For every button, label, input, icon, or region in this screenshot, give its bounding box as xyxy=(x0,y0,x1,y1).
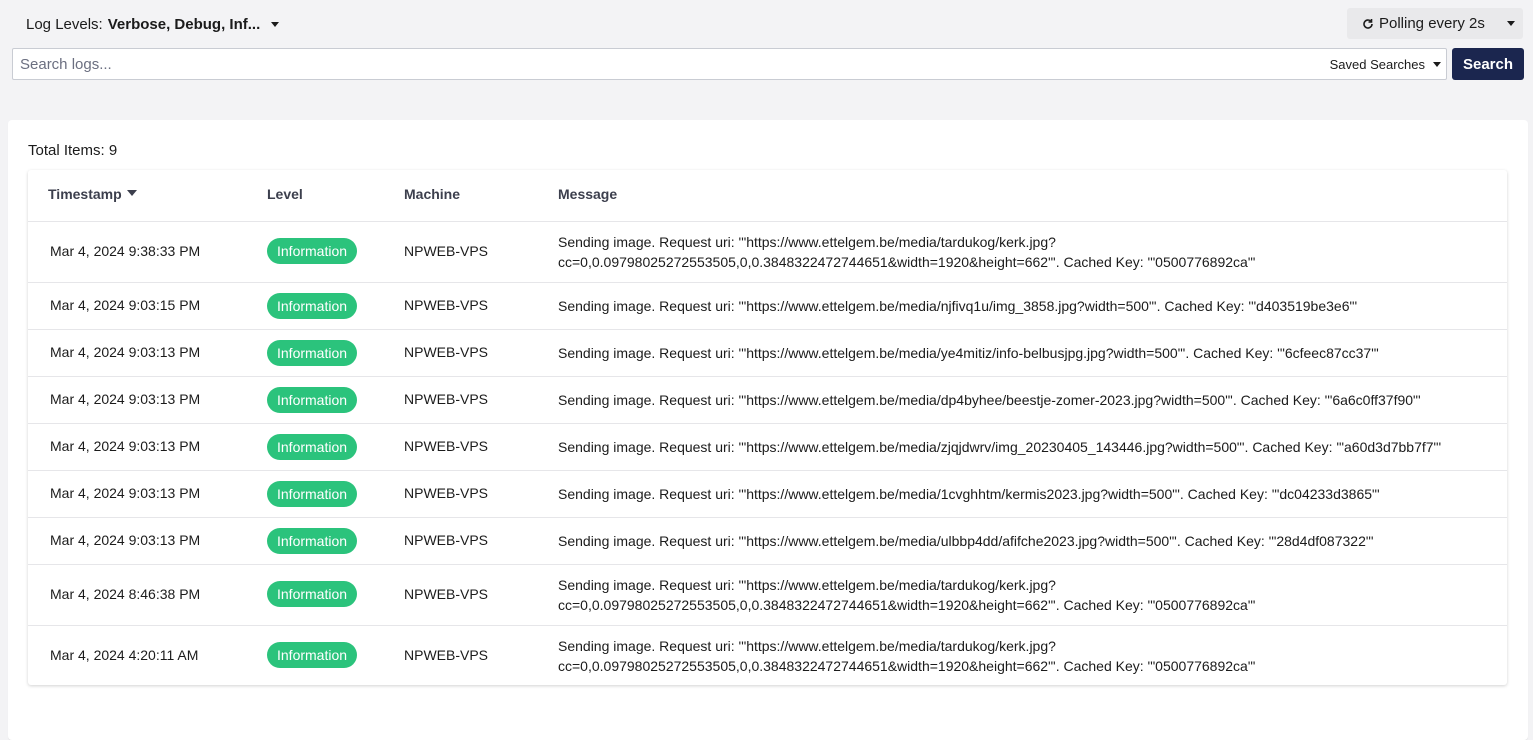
column-header-timestamp[interactable]: Timestamp xyxy=(48,186,137,202)
row-timestamp: Mar 4, 2024 9:03:13 PM xyxy=(50,485,201,501)
row-machine: NPWEB-VPS xyxy=(404,243,489,259)
message-line: Sending image. Request uri: '"https://ww… xyxy=(558,638,1056,654)
chevron-down-icon[interactable] xyxy=(1507,21,1515,26)
message-line: Sending image. Request uri: '"https://ww… xyxy=(558,439,1442,455)
message-line: Sending image. Request uri: '"https://ww… xyxy=(558,392,1421,408)
total-items: Total Items: 9 xyxy=(28,142,118,159)
level-badge: Information xyxy=(267,481,358,507)
row-message: Sending image. Request uri: '"https://ww… xyxy=(558,343,1488,363)
row-timestamp: Mar 4, 2024 9:03:13 PM xyxy=(50,532,201,548)
row-machine: NPWEB-VPS xyxy=(404,532,489,548)
level-badge: Information xyxy=(267,340,358,366)
table-row[interactable]: Mar 4, 2024 9:38:33 PM Information NPWEB… xyxy=(28,222,1507,283)
row-message: Sending image. Request uri: '"https://ww… xyxy=(558,232,1488,272)
message-line: cc=0,0.09798025272553505,0,0.38483224727… xyxy=(558,597,1256,613)
table-row[interactable]: Mar 4, 2024 9:03:13 PM Information NPWEB… xyxy=(28,518,1507,565)
table-row[interactable]: Mar 4, 2024 9:03:15 PM Information NPWEB… xyxy=(28,283,1507,330)
search-box: Saved Searches xyxy=(12,48,1447,80)
level-badge: Information xyxy=(267,434,358,460)
row-message: Sending image. Request uri: '"https://ww… xyxy=(558,575,1488,615)
table-row[interactable]: Mar 4, 2024 9:03:13 PM Information NPWEB… xyxy=(28,471,1507,518)
message-line: cc=0,0.09798025272553505,0,0.38483224727… xyxy=(558,254,1256,270)
level-badge: Information xyxy=(267,528,358,554)
level-badge: Information xyxy=(267,642,358,668)
message-line: Sending image. Request uri: '"https://ww… xyxy=(558,298,1358,314)
chevron-down-icon xyxy=(271,21,280,27)
results-panel: Total Items: 9 Timestamp Level Machine M… xyxy=(8,120,1528,740)
chevron-down-icon xyxy=(1433,61,1441,67)
saved-searches-dropdown[interactable]: Saved Searches xyxy=(1330,49,1441,79)
level-badge: Information xyxy=(267,293,358,319)
row-machine: NPWEB-VPS xyxy=(404,391,489,407)
log-levels-label: Log Levels: xyxy=(26,15,103,33)
column-header-message: Message xyxy=(558,186,618,202)
table-row[interactable]: Mar 4, 2024 9:03:13 PM Information NPWEB… xyxy=(28,377,1507,424)
row-message: Sending image. Request uri: '"https://ww… xyxy=(558,531,1488,551)
column-header-machine: Machine xyxy=(404,186,461,202)
log-levels-value: Verbose, Debug, Inf... xyxy=(107,15,261,33)
polling-button[interactable]: Polling every 2s xyxy=(1347,8,1523,39)
column-header-label: Timestamp xyxy=(48,186,122,202)
message-line: Sending image. Request uri: '"https://ww… xyxy=(558,345,1379,361)
row-machine: NPWEB-VPS xyxy=(404,586,489,602)
level-badge: Information xyxy=(267,581,358,607)
table-row[interactable]: Mar 4, 2024 8:46:38 PM Information NPWEB… xyxy=(28,565,1507,626)
log-table: Timestamp Level Machine Message Mar 4, 2… xyxy=(28,170,1507,685)
row-timestamp: Mar 4, 2024 9:03:13 PM xyxy=(50,438,201,454)
row-machine: NPWEB-VPS xyxy=(404,438,489,454)
row-message: Sending image. Request uri: '"https://ww… xyxy=(558,484,1488,504)
table-header: Timestamp Level Machine Message xyxy=(28,170,1507,222)
row-timestamp: Mar 4, 2024 9:38:33 PM xyxy=(50,243,201,259)
row-timestamp: Mar 4, 2024 9:03:13 PM xyxy=(50,344,201,360)
table-row[interactable]: Mar 4, 2024 4:20:11 AM Information NPWEB… xyxy=(28,626,1507,686)
row-machine: NPWEB-VPS xyxy=(404,344,489,360)
message-line: Sending image. Request uri: '"https://ww… xyxy=(558,234,1056,250)
search-input[interactable] xyxy=(13,49,1320,79)
level-badge: Information xyxy=(267,238,358,264)
sort-desc-icon xyxy=(126,190,137,196)
refresh-icon xyxy=(1363,18,1373,29)
row-timestamp: Mar 4, 2024 8:46:38 PM xyxy=(50,586,201,602)
polling-label: Polling every 2s xyxy=(1379,15,1485,32)
message-line: Sending image. Request uri: '"https://ww… xyxy=(558,533,1374,549)
row-message: Sending image. Request uri: '"https://ww… xyxy=(558,437,1488,457)
table-row[interactable]: Mar 4, 2024 9:03:13 PM Information NPWEB… xyxy=(28,424,1507,471)
row-machine: NPWEB-VPS xyxy=(404,647,489,663)
row-message: Sending image. Request uri: '"https://ww… xyxy=(558,296,1488,316)
row-timestamp: Mar 4, 2024 9:03:13 PM xyxy=(50,391,201,407)
message-line: Sending image. Request uri: '"https://ww… xyxy=(558,486,1380,502)
level-badge: Information xyxy=(267,387,358,413)
column-header-level: Level xyxy=(267,186,303,202)
row-timestamp: Mar 4, 2024 4:20:11 AM xyxy=(50,647,199,663)
table-row[interactable]: Mar 4, 2024 9:03:13 PM Information NPWEB… xyxy=(28,330,1507,377)
log-levels-dropdown[interactable]: Log Levels: Verbose, Debug, Inf... xyxy=(26,14,280,34)
row-message: Sending image. Request uri: '"https://ww… xyxy=(558,390,1488,410)
message-line: cc=0,0.09798025272553505,0,0.38483224727… xyxy=(558,658,1256,674)
row-message: Sending image. Request uri: '"https://ww… xyxy=(558,636,1488,676)
search-button[interactable]: Search xyxy=(1452,48,1524,80)
row-machine: NPWEB-VPS xyxy=(404,485,489,501)
row-timestamp: Mar 4, 2024 9:03:15 PM xyxy=(50,297,201,313)
toolbar: Log Levels: Verbose, Debug, Inf... Polli… xyxy=(0,0,1533,48)
saved-searches-label: Saved Searches xyxy=(1329,56,1425,72)
row-machine: NPWEB-VPS xyxy=(404,297,489,313)
message-line: Sending image. Request uri: '"https://ww… xyxy=(558,577,1056,593)
